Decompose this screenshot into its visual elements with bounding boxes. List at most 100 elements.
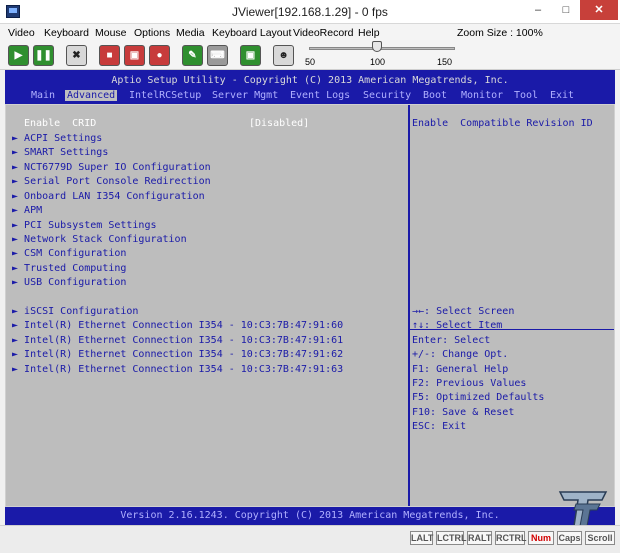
arrow-right-icon: ►: [12, 220, 25, 231]
rctrl-indicator: RCTRL: [495, 531, 527, 545]
arrow-right-icon: ►: [12, 335, 25, 346]
key-help-line: F1: General Help: [412, 364, 509, 375]
bios-menu-item[interactable]: ► Onboard LAN I354 Configuration: [12, 191, 205, 202]
bios-tab-bar: Main Advanced IntelRCSetup Server Mgmt E…: [5, 89, 615, 103]
bios-menu-item[interactable]: ► Serial Port Console Redirection: [12, 176, 211, 187]
bios-menu-item[interactable]: ► Trusted Computing: [12, 263, 126, 274]
bios-panel: Enable CRID [Disabled] ► ACPI Settings ►…: [5, 104, 615, 507]
menu-video[interactable]: Video: [8, 27, 35, 39]
bios-header: Aptio Setup Utility - Copyright (C) 2013…: [5, 70, 615, 104]
item-label: NCT6779D Super IO Configuration: [24, 162, 211, 173]
lctrl-indicator: LCTRL: [436, 531, 467, 545]
scroll-lock-indicator: Scroll: [585, 531, 615, 545]
bios-menu-item[interactable]: ► USB Configuration: [12, 277, 126, 288]
key-help-line: +/-: Change Opt.: [412, 349, 509, 360]
menu-options[interactable]: Options: [134, 27, 170, 39]
arrow-right-icon: ►: [12, 306, 25, 317]
crid-value[interactable]: [Disabled]: [249, 118, 309, 129]
key-help-line: F10: Save & Reset: [412, 407, 515, 418]
bios-menu-item[interactable]: ► Intel(R) Ethernet Connection I354 - 10…: [12, 320, 343, 331]
mouse-icon[interactable]: ✎: [182, 45, 203, 66]
crid-label[interactable]: Enable CRID: [24, 118, 96, 129]
minimize-button[interactable]: –: [524, 0, 552, 20]
menu-bar: Video Keyboard Mouse Options Media Keybo…: [0, 24, 620, 42]
arrow-right-icon: ►: [12, 147, 25, 158]
caps-lock-indicator: Caps: [557, 531, 582, 545]
bios-tab-monitor[interactable]: Monitor: [461, 90, 503, 101]
bios-tab-boot[interactable]: Boot: [423, 90, 447, 101]
bios-tab-advanced[interactable]: Advanced: [65, 90, 118, 101]
bios-tab-event-logs[interactable]: Event Logs: [290, 90, 350, 101]
users-icon[interactable]: ☻: [273, 45, 294, 66]
maximize-button[interactable]: □: [552, 0, 580, 20]
bios-menu-item[interactable]: ► Intel(R) Ethernet Connection I354 - 10…: [12, 364, 343, 375]
arrow-right-icon: ►: [12, 248, 25, 259]
key-help-line: ↑↓: Select Item: [412, 320, 503, 331]
arrow-right-icon: ►: [12, 162, 25, 173]
arrow-right-icon: ►: [12, 320, 25, 331]
bios-menu-item[interactable]: ► NCT6779D Super IO Configuration: [12, 162, 211, 173]
bios-menu-item[interactable]: ► iSCSI Configuration: [12, 306, 138, 317]
menu-mouse[interactable]: Mouse: [95, 27, 127, 39]
menu-media[interactable]: Media: [176, 27, 205, 39]
status-bar: LALT LCTRL RALT RCTRL Num Caps Scroll: [0, 525, 620, 553]
item-label: Intel(R) Ethernet Connection I354 - 10:C…: [24, 335, 344, 346]
key-help-line: ESC: Exit: [412, 421, 467, 432]
num-lock-indicator: Num: [528, 531, 554, 545]
bios-menu-item[interactable]: ► PCI Subsystem Settings: [12, 220, 157, 231]
arrow-right-icon: ►: [12, 349, 25, 360]
key-help-line: Enter: Select: [412, 335, 491, 346]
menu-keyboard[interactable]: Keyboard: [44, 27, 89, 39]
arrow-right-icon: ►: [12, 263, 25, 274]
remote-screen[interactable]: Aptio Setup Utility - Copyright (C) 2013…: [5, 70, 615, 525]
stop-icon[interactable]: ■: [99, 45, 120, 66]
key-help-line: F5: Optimized Defaults: [412, 392, 545, 403]
zoom-tick-100: 100: [370, 57, 386, 67]
bios-menu-item[interactable]: ► CSM Configuration: [12, 248, 126, 259]
item-label: Serial Port Console Redirection: [24, 176, 211, 187]
item-label: CSM Configuration: [24, 248, 127, 259]
item-label: Intel(R) Ethernet Connection I354 - 10:C…: [24, 320, 344, 331]
bios-menu-item[interactable]: ► APM: [12, 205, 42, 216]
keyboard-icon[interactable]: ⌨: [207, 45, 228, 66]
bios-menu-item[interactable]: ► ACPI Settings: [12, 133, 102, 144]
item-label: SMART Settings: [24, 147, 109, 158]
zoom-slider-thumb[interactable]: [372, 41, 382, 52]
arrow-right-icon: ►: [12, 133, 25, 144]
bios-menu-item[interactable]: ► Network Stack Configuration: [12, 234, 187, 245]
bios-tab-intelrcsetup[interactable]: IntelRCSetup: [129, 90, 201, 101]
menu-videorecord[interactable]: VideoRecord: [293, 27, 354, 39]
bios-tab-server-mgmt[interactable]: Server Mgmt: [212, 90, 278, 101]
play-icon[interactable]: ▶: [8, 45, 29, 66]
panel-divider: [408, 105, 410, 506]
close-button[interactable]: ✕: [580, 0, 618, 20]
pause-icon[interactable]: ❚❚: [33, 45, 54, 66]
bios-tab-security[interactable]: Security: [363, 90, 411, 101]
arrow-right-icon: ►: [12, 234, 25, 245]
tt-logo-watermark: [558, 491, 608, 527]
bios-footer: Version 2.16.1243. Copyright (C) 2013 Am…: [120, 510, 500, 521]
bios-menu-item[interactable]: ► Intel(R) Ethernet Connection I354 - 10…: [12, 335, 343, 346]
item-label: Onboard LAN I354 Configuration: [24, 191, 205, 202]
ralt-indicator: RALT: [467, 531, 492, 545]
item-label: Intel(R) Ethernet Connection I354 - 10:C…: [24, 364, 344, 375]
screenshot-icon[interactable]: ▣: [240, 45, 261, 66]
zoom-tick-50: 50: [305, 57, 316, 67]
arrow-right-icon: ►: [12, 176, 25, 187]
bios-tab-exit[interactable]: Exit: [550, 90, 574, 101]
arrow-right-icon: ►: [12, 205, 25, 216]
bios-tab-tool[interactable]: Tool: [514, 90, 538, 101]
zoom-slider-track[interactable]: [309, 47, 455, 50]
menu-keyboard-layout[interactable]: Keyboard Layout: [212, 27, 291, 39]
record-icon[interactable]: ●: [149, 45, 170, 66]
bios-menu-item[interactable]: ► Intel(R) Ethernet Connection I354 - 10…: [12, 349, 343, 360]
item-label: Trusted Computing: [24, 263, 127, 274]
menu-help[interactable]: Help: [358, 27, 380, 39]
save-icon[interactable]: ▣: [124, 45, 145, 66]
item-label: Network Stack Configuration: [24, 234, 187, 245]
item-label: iSCSI Configuration: [24, 306, 139, 317]
bios-menu-item[interactable]: ► SMART Settings: [12, 147, 108, 158]
fullscreen-icon[interactable]: ✖: [66, 45, 87, 66]
bios-tab-main[interactable]: Main: [31, 90, 55, 101]
item-label: PCI Subsystem Settings: [24, 220, 157, 231]
